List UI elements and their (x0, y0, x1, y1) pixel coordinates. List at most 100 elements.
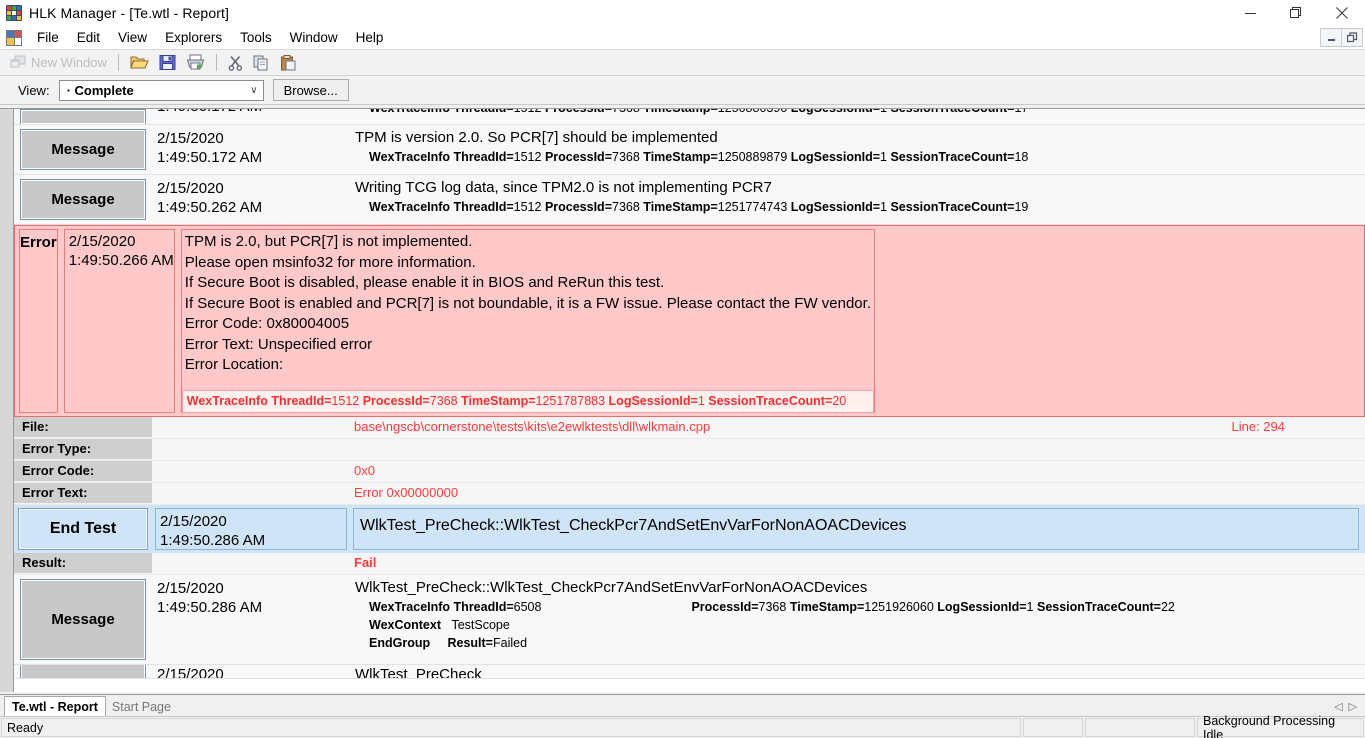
field-row-result[interactable]: Result: Fail (14, 553, 1365, 575)
end-test-title: WlkTest_PreCheck::WlkTest_CheckPcr7AndSe… (353, 508, 1359, 550)
end-test-timestamp-box: 2/15/2020 1:49:50.286 AM (155, 508, 347, 550)
toolbar-separator-2 (215, 54, 217, 71)
tab-scroll-right-icon[interactable]: ▷ (1349, 700, 1357, 713)
save-button[interactable] (155, 52, 180, 74)
field-label: Result: (14, 553, 152, 574)
menu-item-view[interactable]: View (109, 28, 156, 47)
open-button[interactable] (126, 52, 153, 74)
field-value-cell: Fail (350, 553, 1365, 574)
close-button[interactable] (1319, 0, 1365, 26)
end-test-chip-cell: End Test (14, 505, 152, 553)
mdi-system-icon[interactable] (6, 29, 22, 46)
paste-icon (280, 54, 296, 70)
view-select[interactable]: · Complete ∨ (58, 79, 264, 101)
new-window-icon (10, 55, 26, 68)
field-value: base\ngscb\cornerstone\tests\kits\e2ewlk… (354, 419, 711, 434)
view-label: View: (18, 82, 50, 98)
row-message-title: Writing TCG log data, since TPM2.0 is no… (355, 179, 772, 196)
message-chip: Message (20, 179, 146, 220)
tab-scroll-left-icon[interactable]: ◁ (1334, 700, 1342, 713)
error-line: If Secure Boot is disabled, please enabl… (184, 274, 665, 291)
trace-line: WexTraceInfo ThreadId=6508 ProcessId=736… (369, 600, 1175, 614)
field-value-cell: Error 0x00000000 (350, 483, 1365, 504)
row-timestamp-text: 1:49:50.172 AM (157, 109, 344, 116)
end-test-date: 2/15/2020 (160, 513, 227, 530)
copy-icon (253, 55, 268, 70)
row-type-chip-cell: Message (14, 575, 152, 664)
mdi-minimize-button[interactable] (1320, 28, 1342, 47)
table-row[interactable]: Message 2/15/2020 1:49:50.172 AM TPM is … (14, 125, 1365, 175)
row-message-title: TPM is version 2.0. So PCR[7] should be … (355, 129, 718, 146)
menu-item-help[interactable]: Help (347, 28, 393, 47)
view-bar: View: · Complete ∨ Browse... (0, 76, 1365, 105)
error-line: Error Text: Unspecified error (184, 335, 373, 353)
row-content: WexTraceInfo ThreadId=1512 ProcessId=736… (350, 109, 1365, 124)
mdi-restore-button[interactable] (1341, 28, 1363, 47)
browse-button[interactable]: Browse... (272, 79, 349, 101)
error-message-box: TPM is 2.0, but PCR[7] is not implemente… (180, 229, 875, 413)
field-value: Error 0x00000000 (354, 485, 459, 500)
row-date: 2/15/2020 (157, 130, 224, 147)
menu-item-explorers[interactable]: Explorers (156, 28, 231, 47)
view-select-value: · Complete (66, 82, 134, 98)
scissors-icon (228, 55, 242, 71)
document-tab-strip: Te.wtl - Report Start Page ◁ ▷ (0, 694, 1365, 716)
open-folder-icon (130, 56, 149, 69)
tab-start-page[interactable]: Start Page (105, 696, 178, 716)
tab-report[interactable]: Te.wtl - Report (4, 696, 106, 716)
error-content: TPM is 2.0, but PCR[7] is not implemente… (178, 226, 881, 416)
row-type-chip-cell (14, 665, 152, 678)
error-time: 1:49:50.266 AM (68, 252, 174, 269)
trace-line: WexTraceInfo ThreadId=1512 ProcessId=736… (369, 150, 1029, 164)
field-spacer (152, 417, 350, 438)
trace-line: EndGroup Result=Failed (369, 636, 528, 650)
message-chip (20, 665, 146, 678)
menu-item-window[interactable]: Window (281, 28, 347, 47)
field-value-cell: base\ngscb\cornerstone\tests\kits\e2ewlk… (350, 417, 1365, 438)
error-timestamp: 2/15/2020 1:49:50.266 AM (61, 226, 178, 416)
menu-item-tools[interactable]: Tools (231, 28, 281, 47)
cut-button[interactable] (224, 52, 247, 74)
print-button[interactable] (182, 52, 209, 74)
error-message-lines: TPM is 2.0, but PCR[7] is not implemente… (182, 230, 874, 376)
error-line: Error Location: (184, 356, 284, 373)
report-view[interactable]: 1:49:50.172 AM WexTraceInfo ThreadId=151… (0, 108, 1365, 692)
new-window-button[interactable]: New Window (6, 52, 111, 74)
row-time: 1:49:50.286 AM (157, 599, 263, 616)
trace-line: WexTraceInfo ThreadId=1512 ProcessId=736… (369, 200, 1029, 214)
menu-item-file[interactable]: File (28, 28, 68, 47)
restore-button[interactable] (1273, 0, 1319, 26)
paste-button[interactable] (276, 52, 301, 74)
end-test-chip: End Test (18, 508, 148, 550)
row-date: 2/15/2020 (157, 580, 224, 597)
row-content: WlkTest_PreCheck (350, 665, 1365, 678)
error-timestamp-box: 2/15/2020 1:49:50.266 AM (63, 229, 175, 413)
field-row-error-code[interactable]: Error Code: 0x0 (14, 461, 1365, 483)
message-chip (20, 109, 146, 124)
menu-bar: File Edit View Explorers Tools Window He… (0, 26, 1365, 50)
printer-icon (186, 54, 205, 70)
error-line: TPM is 2.0, but PCR[7] is not implemente… (184, 233, 473, 250)
menu-item-edit[interactable]: Edit (68, 28, 109, 47)
field-row-error-text[interactable]: Error Text: Error 0x00000000 (14, 483, 1365, 505)
field-label: Error Type: (14, 439, 152, 460)
error-chip: Error (19, 229, 58, 413)
minimize-button[interactable] (1227, 0, 1273, 26)
end-test-row[interactable]: End Test 2/15/2020 1:49:50.286 AM WlkTes… (14, 505, 1365, 553)
table-row[interactable]: Message 2/15/2020 1:49:50.286 AM WlkTest… (14, 575, 1365, 665)
field-row-error-type[interactable]: Error Type: (14, 439, 1365, 461)
field-label: Error Text: (14, 483, 152, 504)
status-cell-a (1023, 718, 1083, 737)
table-row[interactable]: 1:49:50.172 AM WexTraceInfo ThreadId=151… (14, 109, 1365, 125)
table-row[interactable]: 2/15/2020 WlkTest_PreCheck (14, 665, 1365, 679)
error-date: 2/15/2020 (68, 233, 136, 250)
field-spacer (152, 439, 350, 460)
error-row[interactable]: Error 2/15/2020 1:49:50.266 AM TPM is 2.… (14, 225, 1365, 417)
message-chip: Message (20, 129, 146, 170)
field-row-file[interactable]: File: base\ngscb\cornerstone\tests\kits\… (14, 417, 1365, 439)
table-row[interactable]: Message 2/15/2020 1:49:50.262 AM Writing… (14, 175, 1365, 225)
hlk-manager-window: HLK Manager - [Te.wtl - Report] File Edi… (0, 0, 1365, 738)
error-line: Error Code: 0x80004005 (184, 315, 350, 332)
row-content: WlkTest_PreCheck::WlkTest_CheckPcr7AndSe… (350, 575, 1365, 664)
copy-button[interactable] (249, 52, 274, 74)
